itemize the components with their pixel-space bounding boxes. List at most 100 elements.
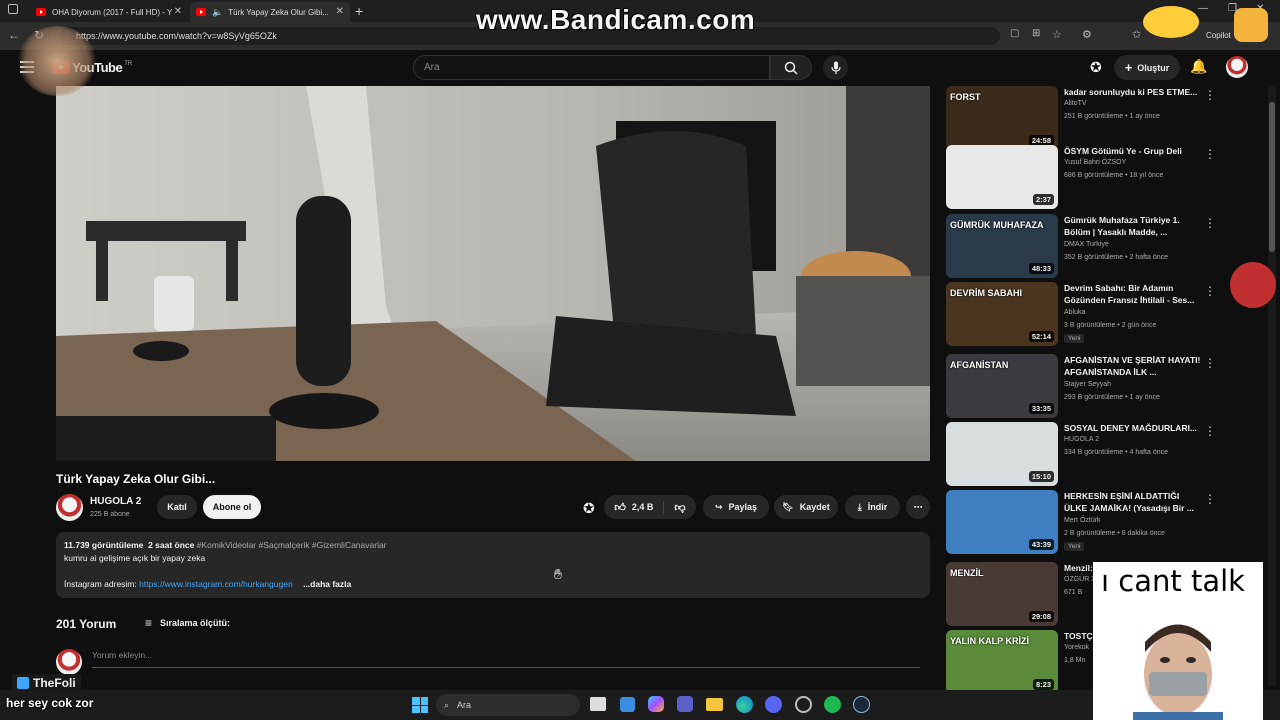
video-thumbnail[interactable]: DEVRİM SABAHI 52:14 bbox=[946, 282, 1058, 346]
recommendation-meta: 671 B bbox=[1064, 589, 1083, 596]
tab-oha-diyorum[interactable]: OHA Diyorum (2017 - Full HD) - Y ✕ bbox=[30, 2, 188, 22]
video-thumbnail[interactable]: YALIN KALP KRİZİ 8:23 bbox=[946, 630, 1058, 694]
window-menu-icon[interactable] bbox=[8, 4, 18, 14]
more-vertical-icon[interactable]: ⋮ bbox=[1204, 424, 1216, 438]
recommendation-item[interactable]: 2:37 ÖSYM Götümü Ye - Grup Deli Yusuf Bahr… bbox=[946, 145, 1246, 209]
favorites-icon[interactable]: ✩ bbox=[1132, 28, 1141, 41]
more-vertical-icon[interactable]: ⋮ bbox=[1204, 356, 1216, 370]
start-icon[interactable] bbox=[412, 697, 428, 713]
premium-sparkle-icon[interactable]: ✪ bbox=[583, 500, 595, 517]
more-vertical-icon[interactable]: ⋮ bbox=[1204, 147, 1216, 161]
discord-icon[interactable] bbox=[765, 696, 782, 713]
sort-by-button[interactable]: ≡ Sıralama ölçütü: bbox=[145, 616, 230, 630]
edge-icon[interactable] bbox=[736, 696, 753, 713]
video-thumbnail[interactable]: GÜMRÜK MUHAFAZA 48:33 bbox=[946, 214, 1058, 278]
instagram-link[interactable]: https://www.instagram.com/hurkangugen bbox=[139, 579, 293, 589]
recommendation-title: AFGANİSTAN VE ŞERİAT HAYATI! AFGANİSTAND… bbox=[1064, 355, 1201, 377]
recommendation-title: HERKESİN EŞİNİ ALDATTIĞI ÜLKE JAMAİKA! (… bbox=[1064, 491, 1194, 513]
mouse-cursor-icon: ✋︎ bbox=[554, 566, 562, 582]
read-aloud-icon[interactable]: ▢ bbox=[1010, 28, 1019, 39]
more-actions-button[interactable]: ⋯ bbox=[906, 495, 930, 519]
page-scrollbar[interactable] bbox=[1268, 86, 1276, 686]
youtube-favicon-icon bbox=[196, 8, 206, 16]
search-button[interactable] bbox=[770, 55, 812, 80]
account-avatar[interactable] bbox=[1226, 56, 1248, 78]
notifications-bell-icon[interactable]: 🔔 bbox=[1190, 58, 1207, 75]
video-thumbnail[interactable]: FORST 24:58 bbox=[946, 86, 1058, 150]
youtube-favicon-icon bbox=[36, 8, 46, 16]
user-avatar bbox=[56, 649, 82, 675]
more-vertical-icon[interactable]: ⋮ bbox=[1204, 216, 1216, 230]
create-button[interactable]: + Oluştur bbox=[1114, 55, 1180, 80]
show-more-link[interactable]: ...daha fazla bbox=[303, 579, 351, 589]
recommendation-meta: 3 B görüntüleme • 2 gün önce bbox=[1064, 322, 1157, 329]
premium-icon[interactable]: ✪ bbox=[1090, 59, 1102, 76]
like-dislike-group: 👍︎ 2,4 B 👎︎ bbox=[604, 495, 696, 519]
video-thumbnail[interactable]: AFGANİSTAN 33:35 bbox=[946, 354, 1058, 418]
video-thumbnail[interactable]: 15:10 bbox=[946, 422, 1058, 486]
search-icon: ⌕ bbox=[444, 699, 450, 710]
youtube-header: YouTube TR Ara ✪ + Oluştur 🔔 bbox=[0, 50, 1280, 86]
taskbar-search-label: Ara bbox=[457, 700, 472, 710]
save-button[interactable]: 🔖︎ Kaydet bbox=[774, 495, 838, 519]
recommendation-item[interactable]: FORST 24:58 kadar sorunluydu ki PES ETME..… bbox=[946, 86, 1246, 150]
video-player[interactable] bbox=[56, 86, 930, 461]
channel-avatar[interactable] bbox=[56, 494, 83, 521]
recommendation-item[interactable]: DEVRİM SABAHI 52:14 Devrim Sabahı: Bir Ada… bbox=[946, 282, 1246, 346]
hashtags[interactable]: #KomikVideolar #Saçmalçerik #GizemliCana… bbox=[197, 540, 387, 550]
meme-overlay: ı cant talk bbox=[1093, 562, 1263, 720]
chrome-icon[interactable] bbox=[795, 696, 812, 713]
spotify-icon[interactable] bbox=[824, 696, 841, 713]
taskbar-search[interactable]: ⌕ Ara bbox=[436, 694, 580, 716]
split-screen-icon[interactable]: ⊞ bbox=[1032, 28, 1040, 39]
more-vertical-icon[interactable]: ⋮ bbox=[1204, 284, 1216, 298]
save-label: Kaydet bbox=[799, 502, 830, 512]
voice-search-button[interactable] bbox=[823, 55, 848, 80]
windows-taskbar: ⌕ Ara bbox=[0, 690, 1280, 720]
thumbnail-caption: GÜMRÜK MUHAFAZA bbox=[950, 220, 1044, 230]
search-input[interactable]: Ara bbox=[413, 55, 770, 80]
task-view-icon[interactable] bbox=[590, 697, 606, 711]
more-vertical-icon[interactable]: ⋮ bbox=[1204, 492, 1216, 506]
copilot-label[interactable]: Copilot bbox=[1206, 31, 1231, 40]
new-tab-icon[interactable]: + bbox=[355, 3, 363, 19]
minimize-icon[interactable]: — bbox=[1198, 3, 1208, 14]
tab-turk-yapay-zeka[interactable]: 🔈 Türk Yapay Zeka Olur Gibi... ✕ bbox=[190, 2, 350, 22]
thumbnail-caption: FORST bbox=[950, 92, 981, 102]
add-comment-input[interactable]: Yorum ekleyin... bbox=[92, 650, 920, 668]
recommendation-channel: Yorekok bbox=[1064, 644, 1090, 651]
video-thumbnail[interactable]: 2:37 bbox=[946, 145, 1058, 209]
file-explorer-icon[interactable] bbox=[706, 698, 723, 711]
thumbs-down-icon[interactable]: 👎︎ bbox=[664, 501, 685, 514]
tab-close-icon[interactable]: ✕ bbox=[336, 6, 344, 17]
share-button[interactable]: ↪ Paylaş bbox=[703, 495, 769, 519]
recommendation-meta: 334 B görüntüleme • 4 hafta önce bbox=[1064, 449, 1169, 456]
tab-close-icon[interactable]: ✕ bbox=[174, 6, 182, 17]
recommendation-item[interactable]: AFGANİSTAN 33:35 AFGANİSTAN VE ŞERİAT HAYA… bbox=[946, 354, 1246, 418]
more-vertical-icon[interactable]: ⋮ bbox=[1204, 88, 1216, 102]
download-button[interactable]: ⤓ İndir bbox=[845, 495, 900, 519]
channel-name[interactable]: HUGOLA 2 bbox=[90, 496, 141, 507]
favorite-star-icon[interactable]: ☆ bbox=[1052, 28, 1062, 41]
store-icon[interactable] bbox=[620, 697, 635, 712]
like-button[interactable]: 👍︎ 2,4 B bbox=[614, 500, 665, 514]
copilot-icon[interactable] bbox=[648, 696, 664, 712]
speaker-icon[interactable]: 🔈 bbox=[212, 7, 223, 18]
sort-icon: ≡ bbox=[145, 616, 153, 630]
extensions-icon[interactable]: ⚙ bbox=[1082, 28, 1092, 41]
steam-icon[interactable] bbox=[853, 696, 870, 713]
recommendation-item[interactable]: GÜMRÜK MUHAFAZA 48:33 Gümrük Muhafaza Türk… bbox=[946, 214, 1246, 278]
recommendation-channel: Abluka bbox=[1064, 309, 1086, 316]
video-title: Türk Yapay Zeka Olur Gibi... bbox=[56, 472, 216, 486]
teams-icon[interactable] bbox=[677, 696, 693, 712]
back-icon[interactable]: ← bbox=[8, 28, 20, 42]
recommendation-item[interactable]: 43:39 HERKESİN EŞİNİ ALDATTIĞI ÜLKE JAMAİ… bbox=[946, 490, 1246, 554]
join-button[interactable]: Katıl bbox=[157, 495, 197, 519]
description-box[interactable]: 11.739 görüntüleme 2 saat önce #KomikVid… bbox=[56, 532, 930, 598]
video-thumbnail[interactable]: MENZİL 29:08 bbox=[946, 562, 1058, 626]
tab-title: Türk Yapay Zeka Olur Gibi... bbox=[228, 7, 329, 17]
thumbnail-caption: AFGANİSTAN bbox=[950, 360, 1009, 370]
video-thumbnail[interactable]: 43:39 bbox=[946, 490, 1058, 554]
recommendation-item[interactable]: 15:10 SOSYAL DENEY MAĞDURLARI... HUGOLA 2 3… bbox=[946, 422, 1246, 486]
subscribe-button[interactable]: Abone ol bbox=[203, 495, 261, 519]
